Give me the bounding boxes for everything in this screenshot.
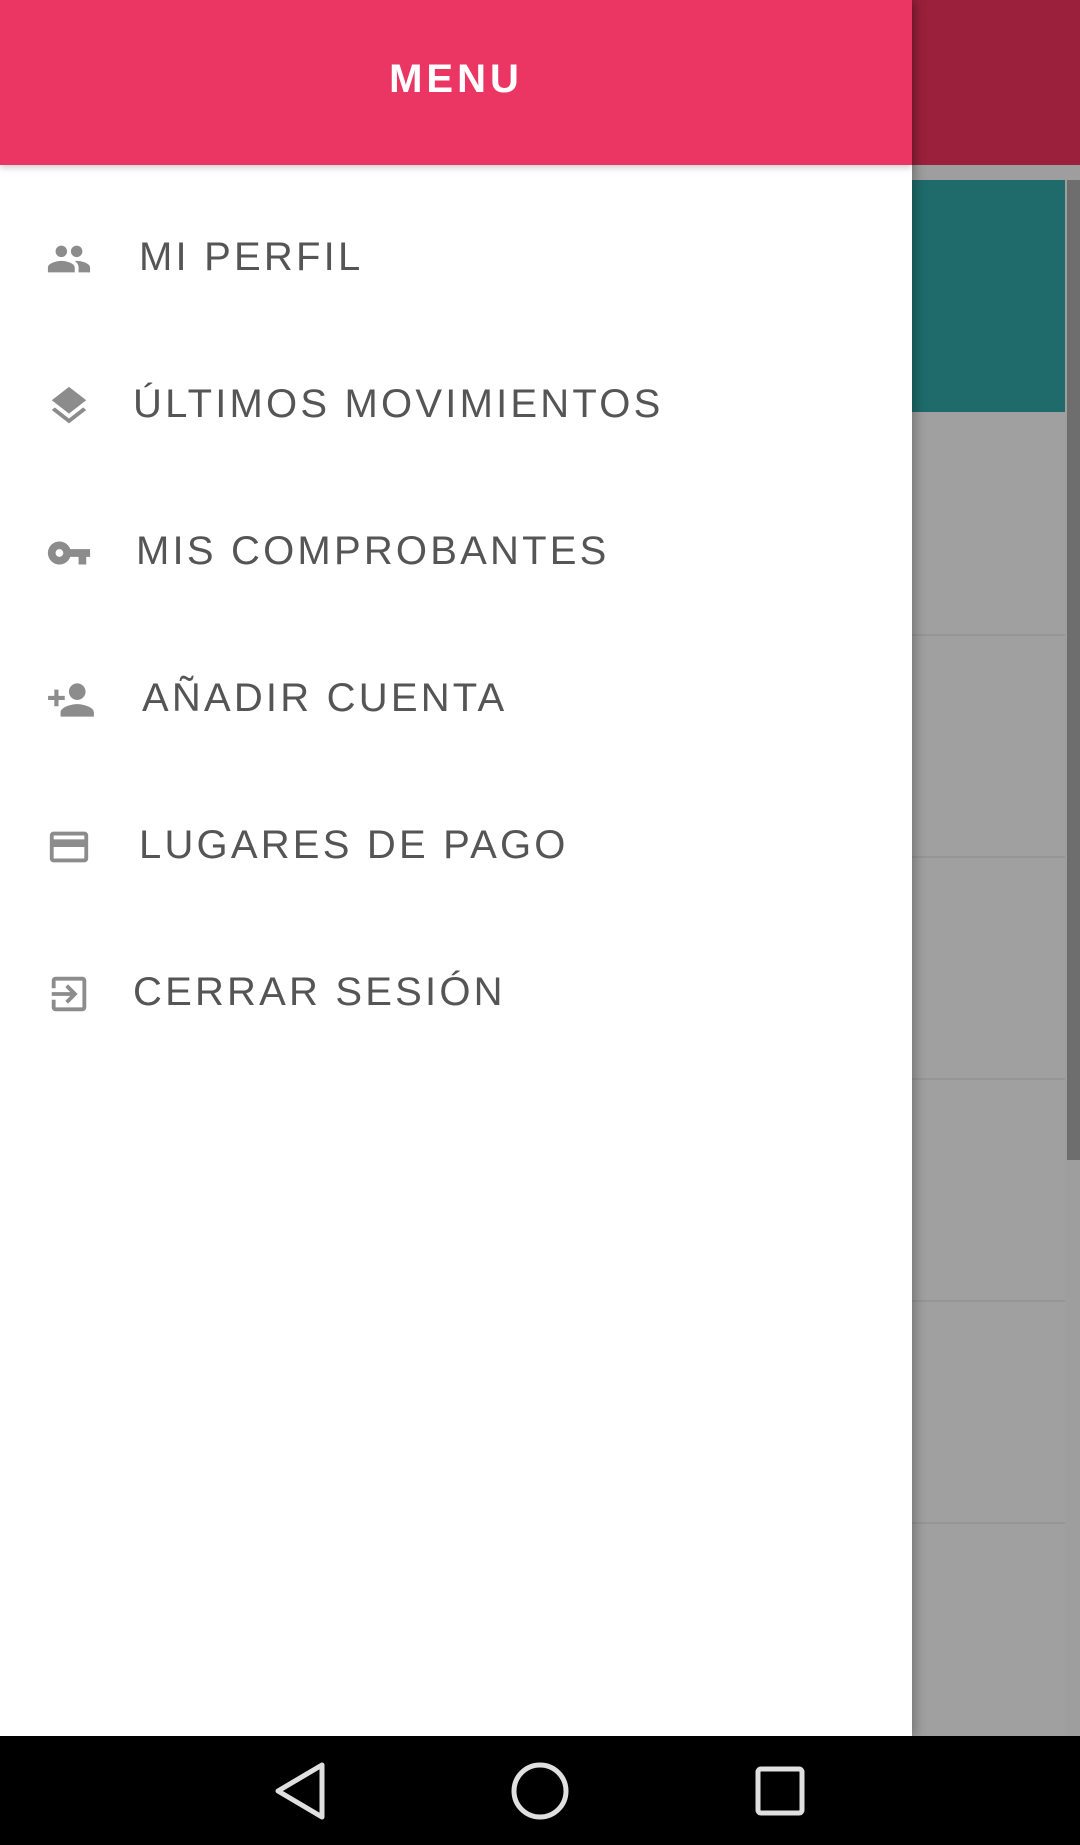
person-add-icon xyxy=(46,677,96,723)
navigation-drawer: MENU MI PERFIL ÚLTIMOS MOVIMIENTOS MIS C… xyxy=(0,0,912,1736)
background-divider xyxy=(910,1078,1065,1080)
background-divider xyxy=(910,1522,1065,1524)
screen: MENU MI PERFIL ÚLTIMOS MOVIMIENTOS MIS C… xyxy=(0,0,1080,1845)
home-icon[interactable] xyxy=(480,1736,600,1845)
menu-item-label: MI PERFIL xyxy=(139,235,364,279)
menu-item-label: CERRAR SESIÓN xyxy=(133,970,506,1014)
key-icon xyxy=(46,530,92,576)
background-divider xyxy=(910,1300,1065,1302)
menu-item-mi-perfil[interactable]: MI PERFIL xyxy=(0,186,912,333)
background-divider xyxy=(910,856,1065,858)
background-card xyxy=(910,180,1065,412)
drawer-header: MENU xyxy=(0,0,912,165)
system-navigation-bar xyxy=(0,1736,1080,1845)
menu-item-lugares-de-pago[interactable]: LUGARES DE PAGO xyxy=(0,774,912,921)
background-divider xyxy=(910,634,1065,636)
menu-item-cerrar-sesion[interactable]: CERRAR SESIÓN xyxy=(0,921,912,1068)
menu-item-label: AÑADIR CUENTA xyxy=(142,676,508,720)
exit-to-app-icon xyxy=(46,971,92,1017)
scrollbar[interactable] xyxy=(1067,180,1080,1160)
menu-item-anadir-cuenta[interactable]: AÑADIR CUENTA xyxy=(0,627,912,774)
menu-item-ultimos-movimientos[interactable]: ÚLTIMOS MOVIMIENTOS xyxy=(0,333,912,480)
menu-item-label: LUGARES DE PAGO xyxy=(139,823,569,867)
menu-item-label: MIS COMPROBANTES xyxy=(136,529,610,573)
menu-item-label: ÚLTIMOS MOVIMIENTOS xyxy=(133,382,664,426)
menu-item-mis-comprobantes[interactable]: MIS COMPROBANTES xyxy=(0,480,912,627)
drawer-title: MENU xyxy=(389,57,523,101)
recents-icon[interactable] xyxy=(720,1736,840,1845)
people-icon xyxy=(46,236,92,282)
back-icon[interactable] xyxy=(240,1736,360,1845)
layers-icon xyxy=(46,383,92,429)
credit-card-icon xyxy=(46,824,92,870)
background-list xyxy=(910,412,1065,1736)
